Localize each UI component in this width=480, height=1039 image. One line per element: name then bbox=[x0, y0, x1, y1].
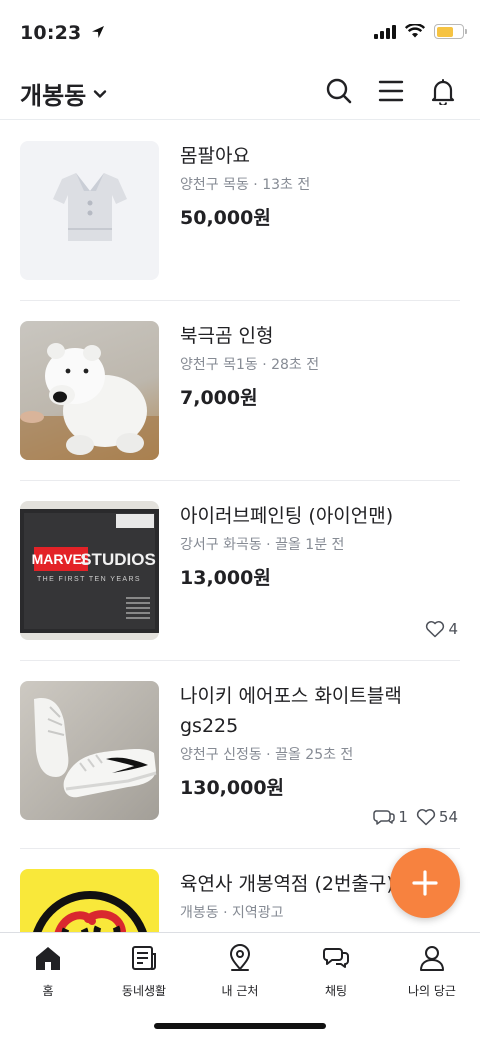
tab-label: 동네생활 bbox=[121, 984, 167, 998]
item-title: 아이러브페인팅 (아이언맨) bbox=[180, 505, 394, 527]
marvel-box-photo: MARVEL STUDIOS THE FIRST TEN YEARS bbox=[20, 509, 159, 633]
item-meta: 양천구 목동 · 13초 전 bbox=[180, 177, 311, 193]
heart-icon bbox=[416, 809, 436, 826]
location-label: 개봉동 bbox=[20, 82, 87, 110]
ad-logo-image bbox=[33, 891, 147, 932]
app-header: 개봉동 bbox=[0, 66, 480, 120]
map-pin-icon bbox=[225, 943, 255, 973]
status-indicators bbox=[374, 24, 467, 39]
item-price: 130,000원 bbox=[180, 777, 285, 799]
item-thumbnail: MARVEL STUDIOS THE FIRST TEN YEARS bbox=[20, 501, 159, 640]
item-thumbnail bbox=[20, 321, 159, 460]
list-item[interactable]: 북극곰 인형 양천구 목1동 · 28초 전 7,000원 bbox=[20, 301, 460, 481]
item-title: 나이키 에어포스 화이트블랙 gs225 bbox=[180, 685, 402, 737]
write-post-button[interactable] bbox=[390, 848, 460, 918]
tab-label: 내 근처 bbox=[221, 984, 259, 998]
like-count-value: 4 bbox=[448, 620, 458, 638]
item-info: 아이러브페인팅 (아이언맨) 강서구 화곡동 · 끌올 1분 전 13,000원 bbox=[180, 501, 460, 590]
tab-home[interactable]: 홈 bbox=[0, 933, 96, 1003]
notifications-button[interactable] bbox=[428, 76, 458, 106]
like-count-value: 54 bbox=[438, 808, 458, 826]
bottom-tab-bar: 홈 동네생활 내 근처 채팅 나의 당근 bbox=[0, 932, 480, 1039]
person-icon bbox=[417, 943, 447, 973]
item-counts: 4 bbox=[425, 620, 458, 638]
chat-count-value: 1 bbox=[398, 808, 408, 826]
tab-nearby[interactable]: 내 근처 bbox=[192, 933, 288, 1003]
home-indicator bbox=[154, 1023, 326, 1029]
list-item[interactable]: MARVEL STUDIOS THE FIRST TEN YEARS 아이러브페… bbox=[20, 481, 460, 661]
item-thumbnail bbox=[20, 141, 159, 280]
item-price: 50,000원 bbox=[180, 207, 271, 229]
search-icon bbox=[326, 78, 352, 104]
menu-icon bbox=[378, 80, 404, 102]
ad-thumbnail bbox=[20, 869, 159, 932]
item-title: 북극곰 인형 bbox=[180, 325, 274, 347]
category-menu-button[interactable] bbox=[376, 76, 406, 106]
tab-label: 홈 bbox=[42, 984, 54, 998]
studios-logo-text: STUDIOS bbox=[80, 550, 156, 569]
list-item[interactable]: 몸팔아요 양천구 목동 · 13초 전 50,000원 bbox=[20, 121, 460, 301]
location-arrow-icon bbox=[92, 26, 105, 38]
tab-neighborhood-life[interactable]: 동네생활 bbox=[96, 933, 192, 1003]
item-price: 13,000원 bbox=[180, 567, 271, 589]
item-info: 나이키 에어포스 화이트블랙 gs225 양천구 신정동 · 끌올 25초 전 … bbox=[180, 681, 460, 800]
item-title: 몸팔아요 bbox=[180, 145, 250, 167]
chat-icon bbox=[321, 943, 351, 973]
bell-icon bbox=[431, 79, 455, 105]
item-meta: 강서구 화곡동 · 끌올 1분 전 bbox=[180, 537, 345, 553]
tab-label: 나의 당근 bbox=[408, 984, 456, 998]
like-count: 4 bbox=[425, 620, 458, 638]
item-meta: 양천구 신정동 · 끌올 25초 전 bbox=[180, 747, 354, 763]
newspaper-icon bbox=[129, 943, 159, 973]
tab-chat[interactable]: 채팅 bbox=[288, 933, 384, 1003]
list-item[interactable]: 나이키 에어포스 화이트블랙 gs225 양천구 신정동 · 끌올 25초 전 … bbox=[20, 661, 460, 849]
heart-icon bbox=[426, 621, 445, 638]
wifi-icon bbox=[405, 24, 425, 38]
item-counts: 1 54 bbox=[373, 808, 458, 826]
plus-icon bbox=[412, 870, 438, 896]
chevron-down-icon bbox=[94, 89, 107, 98]
sneakers-photo bbox=[34, 697, 157, 798]
product-feed[interactable]: 몸팔아요 양천구 목동 · 13초 전 50,000원 북극곰 인형 양천구 목… bbox=[0, 121, 480, 932]
item-info: 북극곰 인형 양천구 목1동 · 28초 전 7,000원 bbox=[180, 321, 460, 410]
tab-my-profile[interactable]: 나의 당근 bbox=[384, 933, 480, 1003]
chat-count: 1 bbox=[373, 808, 408, 826]
clock-text: 10:23 bbox=[20, 22, 82, 44]
like-count: 54 bbox=[416, 808, 458, 826]
header-actions bbox=[324, 76, 458, 106]
item-thumbnail bbox=[20, 681, 159, 820]
search-button[interactable] bbox=[324, 76, 354, 106]
chat-bubble-icon bbox=[373, 810, 396, 825]
tab-label: 채팅 bbox=[324, 984, 348, 998]
clothing-placeholder-icon bbox=[53, 173, 127, 241]
location-selector[interactable]: 개봉동 bbox=[20, 76, 108, 111]
home-icon bbox=[33, 943, 63, 973]
cellular-signal-icon bbox=[374, 24, 396, 39]
first-ten-years-text: THE FIRST TEN YEARS bbox=[37, 576, 141, 583]
status-time: 10:23 bbox=[20, 22, 106, 44]
battery-icon bbox=[434, 24, 467, 39]
item-price: 7,000원 bbox=[180, 387, 258, 409]
item-info: 몸팔아요 양천구 목동 · 13초 전 50,000원 bbox=[180, 141, 460, 230]
polar-bear-photo bbox=[20, 343, 159, 460]
item-meta: 양천구 목1동 · 28초 전 bbox=[180, 357, 320, 373]
status-bar: 10:23 bbox=[0, 0, 480, 66]
